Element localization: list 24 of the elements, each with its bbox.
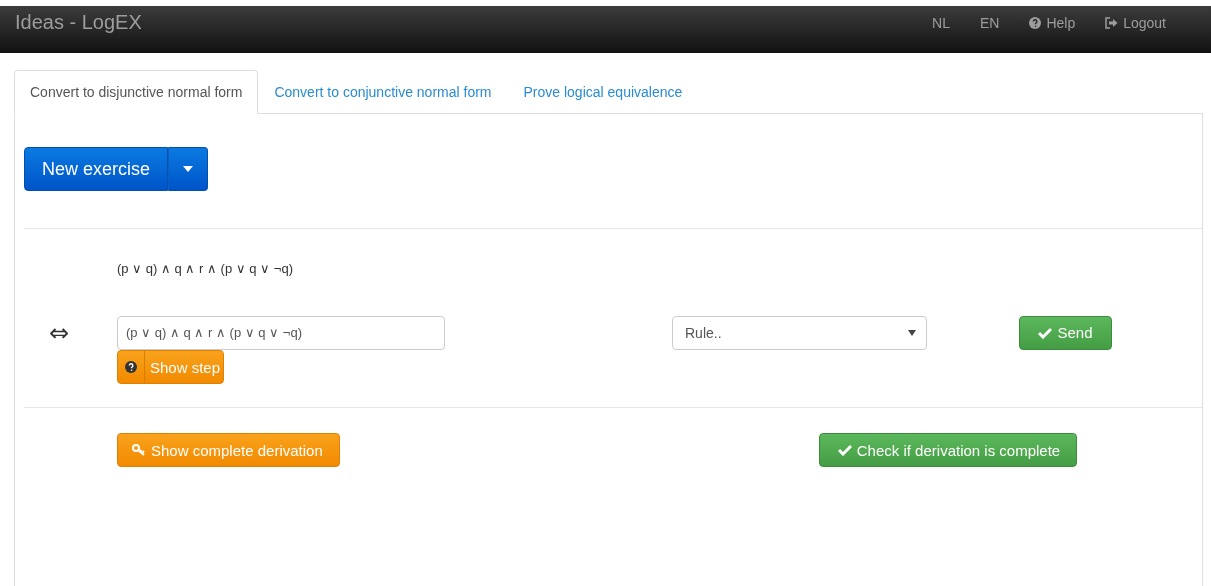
nav-link[interactable]: Logout <box>1090 14 1181 31</box>
app-title: Ideas - LogEX <box>15 11 142 34</box>
send-button[interactable]: Send <box>1019 315 1112 350</box>
new-exercise-button[interactable]: New exercise <box>24 147 169 191</box>
tab[interactable]: Convert to conjunctive normal form <box>258 70 508 113</box>
tab[interactable]: Prove logical equivalence <box>507 70 699 113</box>
rule-select[interactable]: Rule.. <box>672 315 927 350</box>
check-icon <box>1038 326 1053 339</box>
caret-icon <box>183 166 194 172</box>
nav-link[interactable]: EN <box>964 14 1015 31</box>
equivalence-symbol: ⇔ <box>49 318 70 347</box>
help-icon <box>1029 16 1042 29</box>
dropdown-button[interactable] <box>168 147 209 191</box>
start-formula: (p ∨ q) ∧ q ∧ r ∧ (p ∨ q ∨ ¬q) <box>117 261 294 276</box>
tab[interactable]: Convert to disjunctive normal form <box>14 70 259 114</box>
help-icon <box>125 361 137 373</box>
check-icon <box>837 444 852 456</box>
formula-field[interactable]: (p ∨ q) ∧ q ∧ r ∧ (p ∨ q ∨ ¬q) <box>117 315 445 350</box>
check-derivation-button[interactable]: Check if derivation is complete <box>818 433 1078 467</box>
nav-link[interactable]: NL <box>917 14 965 31</box>
key-icon <box>132 444 146 456</box>
nav-link[interactable]: Help <box>1014 14 1091 31</box>
logout-icon <box>1105 16 1119 29</box>
caret-icon <box>908 329 916 336</box>
